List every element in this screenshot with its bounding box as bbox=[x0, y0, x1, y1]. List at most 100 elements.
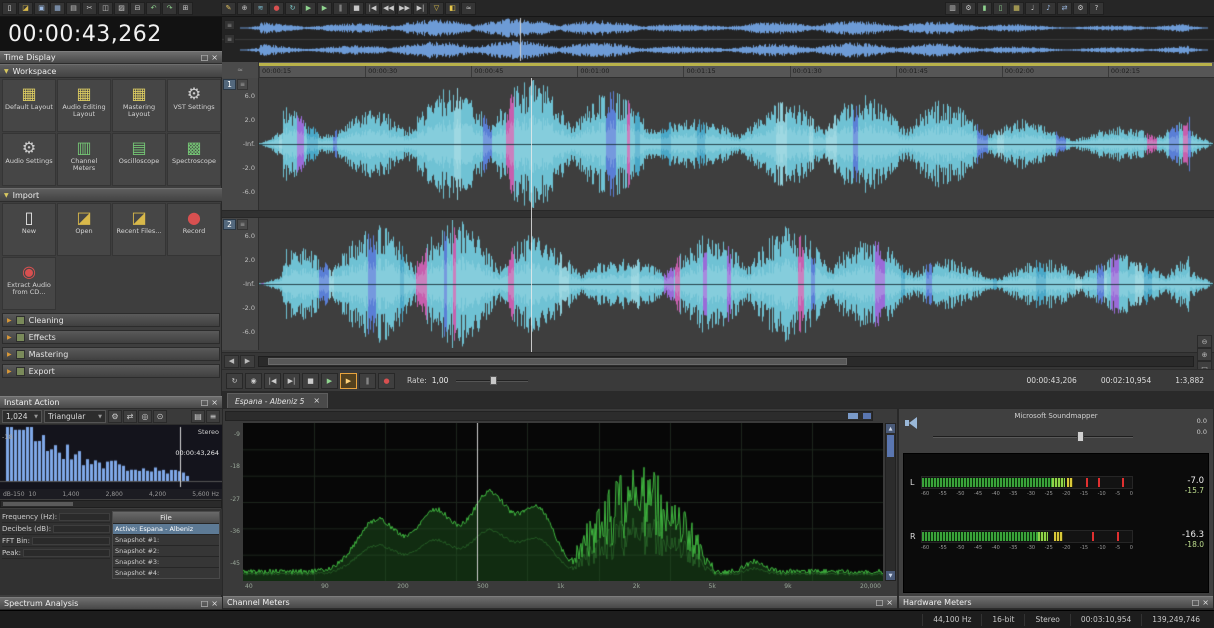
forward-button[interactable]: ▶▶ bbox=[397, 1, 412, 15]
overview-waveform-canvas[interactable] bbox=[222, 17, 1214, 62]
mastering-layout-button[interactable]: ▦ Mastering Layout bbox=[112, 79, 166, 132]
record-button[interactable]: ● bbox=[378, 372, 395, 389]
rate-slider[interactable] bbox=[456, 376, 529, 385]
stop-button[interactable]: ■ bbox=[302, 372, 319, 389]
file-row-snapshot-2[interactable]: Snapshot #2: bbox=[113, 545, 219, 556]
oscilloscope-button[interactable]: ▤ Oscilloscope bbox=[112, 133, 166, 186]
channel-meters-button[interactable]: ▥ Channel Meters bbox=[57, 133, 111, 186]
h-scrollbar[interactable] bbox=[258, 355, 1194, 367]
document-tab[interactable]: Espana - Albeniz 5 × bbox=[227, 393, 329, 408]
repeat-button[interactable]: ⊞ bbox=[178, 1, 193, 15]
go-to-start-button[interactable]: |◀ bbox=[365, 1, 380, 15]
file-row-active[interactable]: Active: Espana - Albeniz bbox=[113, 523, 219, 534]
channel-meters-caption[interactable]: Channel Meters □ × bbox=[223, 596, 897, 609]
cm-h-scrollbar[interactable] bbox=[225, 411, 873, 421]
float-icon[interactable]: □ bbox=[201, 599, 209, 608]
cut-button[interactable]: ✂ bbox=[82, 1, 97, 15]
spectrum-analysis-caption[interactable]: Spectrum Analysis □ × bbox=[0, 597, 222, 610]
layout-button[interactable]: ▦ bbox=[1009, 1, 1024, 15]
pause-button[interactable]: ∥ bbox=[333, 1, 348, 15]
channel-1-waveform-canvas[interactable] bbox=[259, 80, 1213, 208]
play-all-button[interactable]: ▶ bbox=[340, 372, 357, 389]
help-button[interactable]: ? bbox=[1089, 1, 1104, 15]
go-to-start-button[interactable]: |◀ bbox=[264, 372, 281, 389]
section-export[interactable]: ▶ Export bbox=[2, 364, 220, 378]
channel-2-waveform-canvas[interactable] bbox=[259, 220, 1213, 348]
zoom-in-button[interactable]: ⊕ bbox=[1197, 348, 1212, 361]
hardware-meters-button[interactable]: ▮ bbox=[977, 1, 992, 15]
sa-menu-button[interactable]: ≡ bbox=[206, 410, 220, 423]
audio-locator-button[interactable]: ◉ bbox=[245, 372, 262, 389]
marker-button[interactable]: ▽ bbox=[429, 1, 444, 15]
record-button[interactable]: ● bbox=[269, 1, 284, 15]
go-to-end-button[interactable]: ▶| bbox=[283, 372, 300, 389]
cm-dock-icon[interactable] bbox=[863, 413, 871, 419]
redo-button[interactable]: ↷ bbox=[162, 1, 177, 15]
cm-v-scrollbar[interactable]: ▲ ▼ bbox=[885, 423, 896, 581]
playhead-cursor[interactable] bbox=[531, 78, 532, 352]
extract-audio-button[interactable]: ◉ Extract Audio from CD... bbox=[2, 257, 56, 310]
close-icon[interactable]: × bbox=[886, 598, 893, 607]
output-gain-slider[interactable] bbox=[933, 431, 1133, 442]
waveform-view-button[interactable]: ≋ bbox=[253, 1, 268, 15]
scroll-up-icon[interactable]: ▲ bbox=[886, 424, 895, 433]
spectroscope-button[interactable]: ▩ Spectroscope bbox=[167, 133, 221, 186]
close-icon[interactable]: × bbox=[1202, 598, 1209, 607]
overview-options-icon[interactable]: ≡ bbox=[224, 20, 235, 30]
close-icon[interactable]: × bbox=[211, 398, 218, 407]
file-row-snapshot-1[interactable]: Snapshot #1: bbox=[113, 534, 219, 545]
zoom-out-button[interactable]: ⊖ bbox=[1197, 335, 1212, 348]
float-icon[interactable]: □ bbox=[201, 398, 209, 407]
float-icon[interactable]: □ bbox=[201, 53, 209, 62]
play-button[interactable]: ▶ bbox=[321, 372, 338, 389]
go-to-end-button[interactable]: ▶| bbox=[413, 1, 428, 15]
play-all-button[interactable]: ▶ bbox=[301, 1, 316, 15]
new-file-button[interactable]: ▯ bbox=[2, 1, 17, 15]
edit-tool-button[interactable]: ✎ bbox=[221, 1, 236, 15]
metronome-button[interactable]: ♩ bbox=[1025, 1, 1040, 15]
save-all-button[interactable]: ▦ bbox=[50, 1, 65, 15]
save-button[interactable]: ▣ bbox=[34, 1, 49, 15]
rewind-button[interactable]: ◀◀ bbox=[381, 1, 396, 15]
instant-action-caption[interactable]: Instant Action □ × bbox=[0, 396, 222, 409]
gain-slider-handle[interactable] bbox=[1077, 431, 1084, 442]
new-button[interactable]: ▯ New bbox=[2, 203, 56, 256]
smoothing-window-select[interactable]: Triangular ▼ bbox=[44, 410, 106, 423]
default-layout-button[interactable]: ▦ Default Layout bbox=[2, 79, 56, 132]
play-button[interactable]: ▶ bbox=[317, 1, 332, 15]
scroll-down-icon[interactable]: ▼ bbox=[886, 571, 895, 580]
loop-playback-button[interactable]: ↻ bbox=[226, 372, 243, 389]
copy-button[interactable]: ◫ bbox=[98, 1, 113, 15]
pause-button[interactable]: ∥ bbox=[359, 372, 376, 389]
crossfade-button[interactable]: ≈ bbox=[461, 1, 476, 15]
sa-scrollbar[interactable] bbox=[0, 500, 222, 508]
mixer-button[interactable]: ▥ bbox=[945, 1, 960, 15]
channel-meters-button[interactable]: ▯ bbox=[993, 1, 1008, 15]
midi-button[interactable]: ♪ bbox=[1041, 1, 1056, 15]
channel-1-options-icon[interactable]: ≡ bbox=[237, 79, 248, 90]
stop-button[interactable]: ■ bbox=[349, 1, 364, 15]
undo-button[interactable]: ↶ bbox=[146, 1, 161, 15]
cm-h-scroll-thumb[interactable] bbox=[848, 413, 858, 419]
hardware-meters-caption[interactable]: Hardware Meters □ × bbox=[899, 596, 1213, 609]
float-icon[interactable]: □ bbox=[876, 598, 884, 607]
plugin-chain-button[interactable]: ⚙ bbox=[961, 1, 976, 15]
section-cleaning[interactable]: ▶ Cleaning bbox=[2, 313, 220, 327]
channel-1-badge[interactable]: 1 bbox=[223, 79, 236, 90]
audio-settings-button[interactable]: ⚙ Audio Settings bbox=[2, 133, 56, 186]
cm-v-scroll-thumb[interactable] bbox=[887, 435, 894, 457]
fft-size-select[interactable]: 1,024 ▼ bbox=[2, 410, 42, 423]
sa-scroll-thumb[interactable] bbox=[3, 502, 73, 506]
close-icon[interactable]: × bbox=[211, 53, 218, 62]
close-icon[interactable]: × bbox=[211, 599, 218, 608]
workspace-section-header[interactable]: ▼ Workspace bbox=[0, 64, 222, 78]
audio-editing-layout-button[interactable]: ▦ Audio Editing Layout bbox=[57, 79, 111, 132]
preferences-button[interactable]: ⚙ bbox=[1073, 1, 1088, 15]
loop-playback-button[interactable]: ↻ bbox=[285, 1, 300, 15]
properties-button[interactable]: ▤ bbox=[66, 1, 81, 15]
scroll-right-button[interactable]: ▶ bbox=[240, 354, 255, 368]
sync-button[interactable]: ⇄ bbox=[1057, 1, 1072, 15]
record-button[interactable]: ● Record bbox=[167, 203, 221, 256]
sa-grab-button[interactable]: ▤ bbox=[191, 410, 205, 423]
ruler-corner[interactable]: ≈ bbox=[222, 62, 259, 78]
